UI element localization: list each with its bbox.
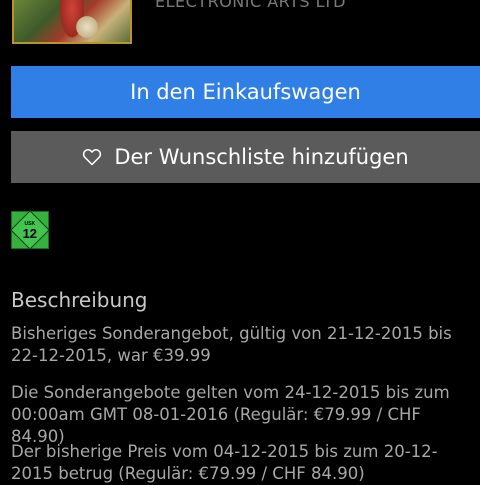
publisher-name: ELECTRONIC ARTS LTD (155, 0, 346, 11)
game-cover-thumbnail[interactable] (12, 0, 132, 44)
heart-icon (82, 147, 102, 167)
usk-age-rating-badge: USK 12 (10, 210, 50, 250)
add-to-cart-label: In den Einkaufswagen (130, 80, 361, 104)
add-to-wishlist-button[interactable]: Der Wunschliste hinzufügen (11, 131, 480, 183)
usk-age-value: 12 (22, 225, 38, 241)
description-paragraph: Der bisherige Preis vom 04-12-2015 bis z… (11, 442, 438, 483)
add-to-wishlist-label: Der Wunschliste hinzufügen (114, 145, 409, 169)
description-paragraph: Die Sonderangebote gelten vom 24-12-2015… (11, 383, 450, 446)
add-to-cart-button[interactable]: In den Einkaufswagen (11, 66, 480, 118)
usk-rating-diamond: USK 12 (10, 210, 50, 250)
description-heading: Beschreibung (11, 288, 148, 312)
usk-rating-text: USK 12 (22, 221, 38, 241)
description-paragraph: Bisheriges Sonderangebot, gültig von 21-… (11, 324, 452, 365)
cover-player-figure-secondary (72, 12, 102, 42)
